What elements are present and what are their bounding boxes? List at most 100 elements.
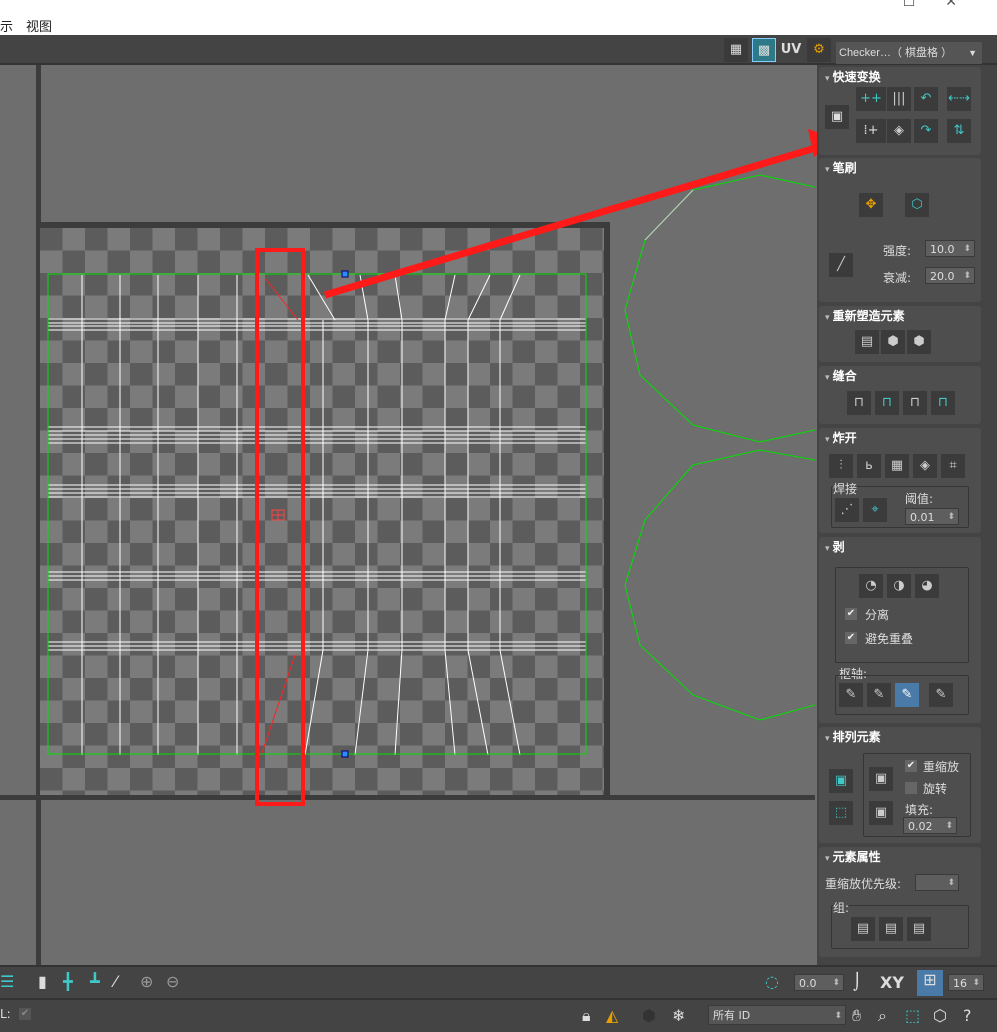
rotate-checkbox[interactable]: [905, 782, 917, 794]
close-button[interactable]: ✕: [945, 0, 987, 10]
rescale-checkbox[interactable]: ✔: [905, 760, 917, 772]
align-horizontal-pair-icon[interactable]: ⇠⇢: [947, 87, 971, 111]
rotate-angle-icon[interactable]: ◌: [765, 972, 779, 992]
padding-spinner[interactable]: 0.02: [903, 817, 957, 835]
checker-settings-icon[interactable]: ⚙: [807, 38, 831, 62]
rotate-cw-icon[interactable]: ↷: [914, 119, 938, 143]
auto-pin-icon[interactable]: ✎: [895, 683, 919, 707]
vertical-line-icon[interactable]: ▮: [38, 972, 47, 992]
align-vertical-pair-icon[interactable]: ⇅: [947, 119, 971, 143]
horizontal-strip-2: [48, 426, 586, 444]
explode-corners-icon[interactable]: ⌗: [941, 454, 965, 478]
weld-all-icon[interactable]: ⌖: [863, 498, 887, 522]
paint-move-icon[interactable]: ✥: [859, 193, 883, 217]
strength-spinner[interactable]: 10.0: [925, 240, 975, 258]
help-icon[interactable]: ?: [963, 1006, 972, 1026]
flatten-icon[interactable]: ь: [857, 454, 881, 478]
detach-checkbox[interactable]: ✔: [845, 608, 857, 620]
relax-brush-icon[interactable]: ⬡: [905, 193, 929, 217]
xy-toggle[interactable]: XY: [880, 973, 904, 993]
angle-spinner[interactable]: 0.0: [794, 974, 844, 992]
brush-icon[interactable]: ⁄: [114, 972, 117, 992]
stitch-custom-icon[interactable]: ⊓: [847, 391, 871, 415]
weld-selected-icon[interactable]: ⋰: [835, 498, 859, 522]
brush-grow-icon[interactable]: ⊕: [140, 972, 153, 992]
stitch-target-icon[interactable]: ⊓: [931, 391, 955, 415]
status-checkbox[interactable]: ✔: [19, 1008, 31, 1020]
pack-together-icon[interactable]: ▣: [869, 767, 893, 791]
zoom-extents-icon[interactable]: ⬡: [933, 1006, 947, 1026]
hide-icon[interactable]: ⬢: [642, 1006, 656, 1026]
uv-editor-viewport[interactable]: [0, 65, 815, 965]
selected-edge-bottom: [261, 654, 296, 754]
pack-normalize-icon[interactable]: ▣: [829, 769, 853, 793]
select-group-icon[interactable]: ▤: [907, 917, 931, 941]
zoom-region-icon[interactable]: ⬚: [905, 1006, 920, 1026]
falloff-spinner[interactable]: 20.0: [925, 267, 975, 285]
detach-label: 分离: [865, 608, 890, 622]
rollout-element-properties: 元素属性 重缩放优先级: 组: ▤ ▤ ▤: [819, 847, 981, 957]
pack-custom-icon[interactable]: ⬚: [829, 801, 853, 825]
rollout-title[interactable]: 剥: [819, 537, 981, 557]
group-select-icon[interactable]: ▤: [851, 917, 875, 941]
lock-icon[interactable]: 🔒︎: [582, 1006, 591, 1026]
uv-toggle-button[interactable]: UV: [779, 38, 803, 62]
quick-peel-icon[interactable]: ◔: [859, 574, 883, 598]
uv-tools-panel: 快速变换 ▣ ++ ||| ↶ ⇠⇢ ⁞+ ◈ ↷ ⇅ 笔刷 ✥ ⬡ ╱ 强度:…: [817, 65, 997, 965]
add-horizontal-icon[interactable]: ┻: [90, 972, 100, 992]
brush-shrink-icon[interactable]: ⊖: [166, 972, 179, 992]
ungroup-icon[interactable]: ▤: [879, 917, 903, 941]
soft-selection-icon[interactable]: ◭: [606, 1006, 618, 1026]
menu-view[interactable]: 视图: [26, 16, 52, 35]
stitch-average-icon[interactable]: ⊓: [903, 391, 927, 415]
add-vertical-icon[interactable]: ╋: [63, 972, 73, 992]
brush-falloff-icon[interactable]: ╱: [829, 253, 853, 277]
rollout-title[interactable]: 重新塑造元素: [819, 306, 981, 326]
checker-dropdown-value: Checker…（ 棋盘格 ）: [839, 47, 953, 59]
grid-spinner[interactable]: 16: [948, 974, 984, 992]
checker-dropdown[interactable]: Checker…（ 棋盘格 ） ▼: [836, 42, 982, 64]
grid-snap-icon[interactable]: ⊞: [917, 970, 943, 996]
threshold-spinner[interactable]: 0.01: [905, 508, 959, 526]
rollout-title[interactable]: 笔刷: [819, 158, 981, 178]
rescale-priority-spinner[interactable]: [915, 874, 959, 892]
rollout-title[interactable]: 快速变换: [819, 67, 981, 87]
pivot-icon[interactable]: ▣: [825, 105, 849, 129]
rollout-title[interactable]: 缝合: [819, 366, 981, 386]
rotate-label: 旋转: [923, 782, 948, 796]
straighten-selection-icon[interactable]: ▤: [855, 330, 879, 354]
relax-icon[interactable]: ⬢: [881, 330, 905, 354]
uv-mesh: [47, 144, 815, 806]
select-pins-icon[interactable]: ✎: [929, 683, 953, 707]
menu-display[interactable]: 示: [0, 16, 13, 35]
explode-grid-icon[interactable]: ▦: [885, 454, 909, 478]
material-id-dropdown[interactable]: 所有 ID: [708, 1005, 846, 1026]
peel-mode-icon[interactable]: ◑: [887, 574, 911, 598]
rollout-title[interactable]: 炸开: [819, 428, 981, 448]
straighten-icon[interactable]: ◈: [887, 119, 911, 143]
curve-icon[interactable]: ⌡: [853, 972, 861, 992]
rotate-ccw-icon[interactable]: ↶: [914, 87, 938, 111]
stitch-source-icon[interactable]: ⊓: [875, 391, 899, 415]
relax-settings-icon[interactable]: ⬢: [907, 330, 931, 354]
maximize-button[interactable]: ☐: [903, 0, 946, 10]
checker-grid-icon[interactable]: ▦: [724, 38, 748, 62]
rollout-title[interactable]: 元素属性: [819, 847, 981, 867]
space-vertical-icon[interactable]: |||: [887, 87, 911, 111]
reset-peel-icon[interactable]: ◕: [915, 574, 939, 598]
unpin-icon[interactable]: ✎: [867, 683, 891, 707]
freeze-icon[interactable]: ❄: [672, 1006, 685, 1026]
explode-checker-icon[interactable]: ◈: [913, 454, 937, 478]
avoid-overlap-checkbox[interactable]: ✔: [845, 632, 857, 644]
material-id-value: 所有 ID: [713, 1009, 751, 1022]
break-icon[interactable]: ⫶: [829, 454, 853, 478]
align-horizontal-icon[interactable]: ++: [856, 87, 886, 111]
zoom-icon[interactable]: ⌕: [878, 1006, 887, 1026]
show-map-icon[interactable]: ▩: [752, 38, 776, 62]
pan-hand-icon[interactable]: ✋︎: [852, 1006, 861, 1026]
pin-icon[interactable]: ✎: [839, 683, 863, 707]
group-pack-icon[interactable]: ▣: [869, 801, 893, 825]
align-vertical-icon[interactable]: ⁞+: [856, 119, 886, 143]
rollout-title[interactable]: 排列元素: [819, 727, 981, 747]
snap-align-icon[interactable]: ☰: [0, 972, 14, 992]
